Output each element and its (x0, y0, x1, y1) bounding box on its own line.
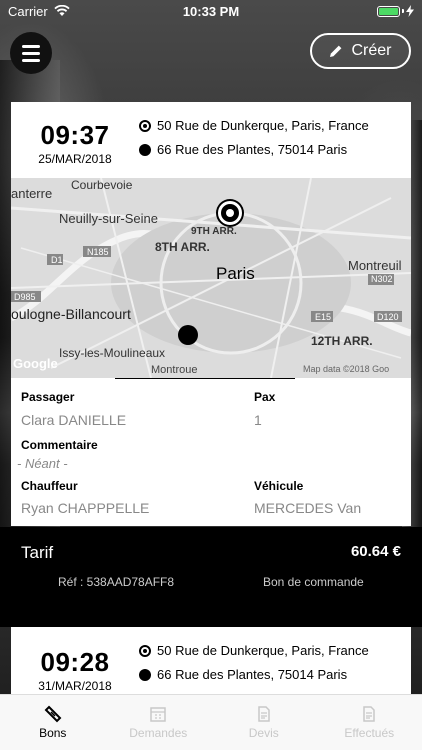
pickup-address: 50 Rue de Dunkerque, Paris, France (139, 118, 369, 133)
dropoff-address: 66 Rue des Plantes, 75014 Paris (139, 667, 347, 682)
map-label: D120 (377, 312, 399, 322)
route-map[interactable]: Courbevoie anterre Neuilly-sur-Seine 9TH… (11, 178, 411, 378)
map-label: D1 (51, 255, 63, 265)
ride-time: 09:37 (40, 120, 110, 150)
map-attribution: Map data ©2018 Goo (303, 364, 390, 374)
map-label: N302 (371, 274, 393, 284)
carrier-label: Carrier (8, 3, 48, 19)
battery-icon (377, 5, 414, 17)
wifi-icon (54, 5, 70, 17)
map-label: Montroue (151, 364, 198, 376)
dropoff-address: 66 Rue des Plantes, 75014 Paris (139, 142, 347, 157)
ticket-icon (44, 705, 62, 723)
map-label: 9TH ARR. (191, 226, 237, 237)
menu-button[interactable] (10, 32, 52, 74)
document-done-icon (363, 706, 375, 722)
calendar-icon (150, 707, 166, 722)
google-logo: Google (13, 356, 58, 371)
comment-label: Commentaire (21, 438, 98, 452)
ride-card[interactable]: 09:37 25/MAR/2018 50 Rue de Dunkerque, P… (11, 102, 411, 526)
ride-details: Passager Clara DANIELLE Pax 1 Commentair… (11, 378, 411, 526)
map-label: oulogne-Billancourt (11, 306, 131, 322)
document-icon (258, 706, 270, 722)
ride-card[interactable]: 09:28 31/MAR/2018 50 Rue de Dunkerque, P… (11, 627, 411, 697)
order-form-link[interactable]: Bon de commande (263, 575, 364, 589)
tarif-label: Tarif (21, 543, 54, 562)
tab-label: Demandes (129, 726, 188, 740)
map-label: Paris (216, 264, 255, 283)
hamburger-icon-bar (22, 51, 40, 55)
dropoff-text: 66 Rue des Plantes, 75014 Paris (157, 667, 348, 682)
map-label: N185 (87, 247, 109, 257)
tab-effectues[interactable]: Effectués (317, 695, 422, 750)
pickup-marker-icon (218, 201, 242, 225)
pickup-target-icon (139, 119, 151, 132)
ride-header: 09:37 25/MAR/2018 50 Rue de Dunkerque, P… (11, 102, 411, 178)
driver-name: Ryan CHAPPPELLE (21, 500, 150, 516)
create-button[interactable]: Créer (310, 33, 411, 69)
ride-date: 25/MAR/2018 (38, 152, 112, 166)
map-label: Neuilly-sur-Seine (59, 211, 158, 226)
hamburger-icon (22, 44, 40, 48)
passenger-name: Clara DANIELLE (21, 412, 127, 428)
driver-label: Chauffeur (21, 479, 78, 493)
create-label: Créer (351, 42, 392, 59)
vehicle-label: Véhicule (254, 479, 304, 493)
reference-number: Réf : 538AAD78AFF8 (58, 575, 175, 589)
ride-time: 09:28 (40, 647, 110, 677)
tarif-amount: 60.64 € (350, 543, 401, 560)
divider (115, 378, 295, 379)
pencil-icon (330, 45, 342, 57)
map-label: Montreuil (348, 258, 402, 273)
map-label: Courbevoie (71, 178, 133, 192)
tab-label: Effectués (344, 726, 395, 740)
map-label: 12TH ARR. (311, 334, 373, 348)
map-label: 8TH ARR. (155, 240, 210, 254)
charging-icon (406, 5, 414, 17)
ride-date: 31/MAR/2018 (38, 679, 112, 693)
dropoff-text: 66 Rue des Plantes, 75014 Paris (157, 142, 348, 157)
map-label: Issy-les-Moulineaux (59, 346, 166, 360)
map-label: D985 (14, 292, 36, 302)
vehicle-name: MERCEDES Van (254, 500, 362, 516)
dropoff-dot-icon (139, 143, 151, 156)
passenger-label: Passager (21, 390, 75, 404)
comment-value: - Néant - (17, 456, 68, 471)
dropoff-dot-icon (139, 668, 151, 681)
tab-label: Devis (248, 726, 279, 740)
tab-bons[interactable]: Bons (0, 695, 106, 750)
pickup-text: 50 Rue de Dunkerque, Paris, France (157, 118, 369, 133)
hamburger-icon-bar (22, 58, 40, 62)
tarif-bar: Tarif 60.64 € Réf : 538AAD78AFF8 Bon de … (0, 527, 422, 627)
map-label: anterre (11, 186, 53, 201)
pickup-address: 50 Rue de Dunkerque, Paris, France (139, 643, 369, 658)
tab-demandes[interactable]: Demandes (106, 695, 212, 750)
pax-label: Pax (254, 390, 276, 404)
map-label: E15 (315, 312, 332, 322)
tab-bar: Bons Demandes Devis Effectués (0, 694, 422, 750)
tab-label: Bons (39, 726, 67, 740)
pax-count: 1 (254, 412, 262, 428)
dropoff-marker-icon (178, 325, 198, 345)
pickup-text: 50 Rue de Dunkerque, Paris, France (157, 643, 369, 658)
pickup-target-icon (139, 644, 151, 657)
tab-devis[interactable]: Devis (211, 695, 317, 750)
status-bar: Carrier 10:33 PM (0, 0, 422, 22)
